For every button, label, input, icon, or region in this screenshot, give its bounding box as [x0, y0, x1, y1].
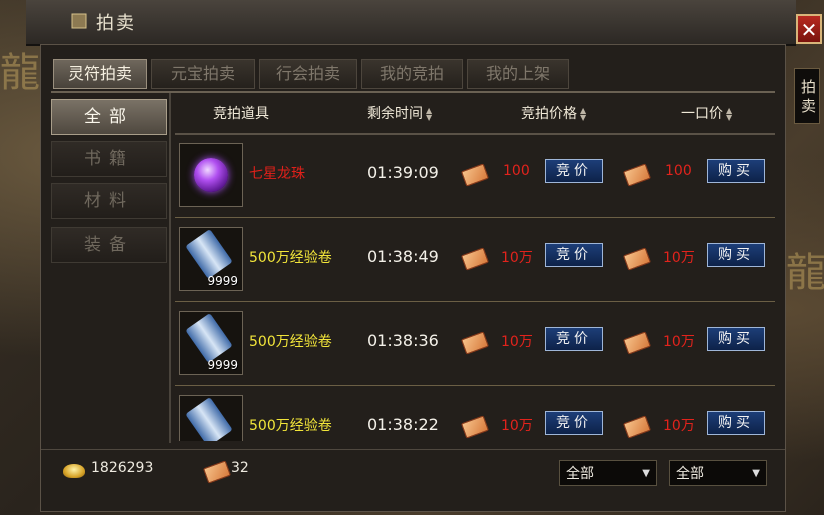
buyout-price: 10万 [663, 250, 695, 266]
table-row: 七星龙珠 01:39:09 100 竞价 100 购买 [175, 135, 775, 218]
talisman-icon [202, 460, 232, 484]
dragon-ornament-left: 龍 [0, 50, 40, 96]
table-row: 500万经验卷 01:38:22 10万 竞价 10万 购买 [175, 387, 775, 441]
col-time-label: 剩余时间 [367, 106, 423, 122]
side-tab-auction[interactable]: 拍卖 [794, 68, 820, 124]
chevron-down-icon: ▼ [752, 468, 760, 479]
tab-ingot-auction[interactable]: 元宝拍卖 [151, 59, 255, 89]
talisman-icon [460, 415, 490, 439]
talisman-icon [460, 163, 490, 187]
time-remaining: 01:38:36 [367, 331, 439, 350]
bid-button[interactable]: 竞价 [545, 411, 603, 435]
category-list: 全部 书籍 材料 装备 [41, 93, 171, 443]
item-list: 七星龙珠 01:39:09 100 竞价 100 购买 9999 500万经验卷… [175, 135, 775, 441]
col-buyout-sort[interactable]: 一口价 ▲ ▼ [681, 103, 732, 123]
talisman-amount: 32 [231, 460, 249, 476]
item-name: 七星龙珠 [249, 166, 305, 182]
talisman-icon [622, 331, 652, 355]
purple-orb-icon [194, 158, 228, 192]
category-equipment[interactable]: 装备 [51, 227, 167, 263]
gold-amount: 1826293 [91, 460, 154, 476]
buyout-price: 10万 [663, 334, 695, 350]
list-header: 竞拍道具 剩余时间 ▲ ▼ 竞拍价格 ▲ ▼ 一口价 ▲ ▼ [175, 93, 775, 135]
buy-button[interactable]: 购买 [707, 243, 765, 267]
buyout-price: 100 [665, 163, 692, 179]
item-slot[interactable] [179, 143, 243, 207]
time-remaining: 01:38:22 [367, 415, 439, 434]
scroll-icon [185, 313, 233, 363]
table-row: 9999 500万经验卷 01:38:36 10万 竞价 10万 购买 [175, 303, 775, 386]
time-remaining: 01:38:49 [367, 247, 439, 266]
scroll-icon [185, 229, 233, 279]
gold-ingot-icon [63, 464, 85, 478]
chevron-down-icon: ▼ [642, 468, 650, 479]
item-name: 500万经验卷 [249, 334, 332, 350]
sort-icon: ▲ ▼ [726, 106, 733, 122]
item-slot[interactable] [179, 395, 243, 441]
bid-button[interactable]: 竞价 [545, 243, 603, 267]
filter-select-1-value: 全部 [566, 466, 594, 482]
tab-talisman-auction[interactable]: 灵符拍卖 [53, 59, 147, 89]
bid-button[interactable]: 竞价 [545, 327, 603, 351]
buy-button[interactable]: 购买 [707, 159, 765, 183]
filter-select-1[interactable]: 全部 ▼ [559, 460, 657, 486]
close-button[interactable]: ✕ [796, 14, 822, 44]
filter-select-2-value: 全部 [676, 466, 704, 482]
tab-my-bids[interactable]: 我的竞拍 [361, 59, 463, 89]
bid-price: 100 [503, 163, 530, 179]
item-quantity: 9999 [207, 358, 238, 372]
bid-price: 10万 [501, 250, 533, 266]
buy-button[interactable]: 购买 [707, 411, 765, 435]
col-item: 竞拍道具 [213, 106, 269, 122]
tab-bar: 灵符拍卖 元宝拍卖 行会拍卖 我的竞拍 我的上架 [53, 59, 569, 89]
bid-price: 10万 [501, 418, 533, 434]
item-quantity: 9999 [207, 274, 238, 288]
scroll-icon [185, 397, 233, 441]
footer-bar: 1826293 32 全部 ▼ 全部 ▼ [41, 449, 785, 512]
dragon-ornament-right: 龍 [786, 250, 824, 296]
filter-select-2[interactable]: 全部 ▼ [669, 460, 767, 486]
talisman-icon [622, 415, 652, 439]
auction-icon [71, 13, 87, 29]
col-buyout-label: 一口价 [681, 106, 723, 122]
talisman-icon [622, 247, 652, 271]
sort-icon: ▲ ▼ [426, 106, 433, 122]
window-title: 拍卖 [96, 13, 136, 34]
auction-panel: 灵符拍卖 元宝拍卖 行会拍卖 我的竞拍 我的上架 全部 书籍 材料 装备 竞拍道… [40, 44, 786, 512]
buyout-price: 10万 [663, 418, 695, 434]
col-bid-sort[interactable]: 竞拍价格 ▲ ▼ [521, 103, 586, 123]
item-slot[interactable]: 9999 [179, 311, 243, 375]
item-name: 500万经验卷 [249, 418, 332, 434]
table-row: 9999 500万经验卷 01:38:49 10万 竞价 10万 购买 [175, 219, 775, 302]
talisman-icon [622, 163, 652, 187]
buy-button[interactable]: 购买 [707, 327, 765, 351]
item-name: 500万经验卷 [249, 250, 332, 266]
tab-guild-auction[interactable]: 行会拍卖 [259, 59, 357, 89]
tab-my-listings[interactable]: 我的上架 [467, 59, 569, 89]
talisman-icon [460, 331, 490, 355]
time-remaining: 01:39:09 [367, 163, 439, 182]
close-icon: ✕ [800, 18, 818, 42]
category-books[interactable]: 书籍 [51, 141, 167, 177]
col-bid-label: 竞拍价格 [521, 106, 577, 122]
sort-icon: ▲ ▼ [580, 106, 587, 122]
col-time-sort[interactable]: 剩余时间 ▲ ▼ [367, 103, 432, 123]
category-all[interactable]: 全部 [51, 99, 167, 135]
category-materials[interactable]: 材料 [51, 183, 167, 219]
bid-price: 10万 [501, 334, 533, 350]
bid-button[interactable]: 竞价 [545, 159, 603, 183]
title-bar: 拍卖 [26, 0, 796, 46]
item-slot[interactable]: 9999 [179, 227, 243, 291]
talisman-icon [460, 247, 490, 271]
